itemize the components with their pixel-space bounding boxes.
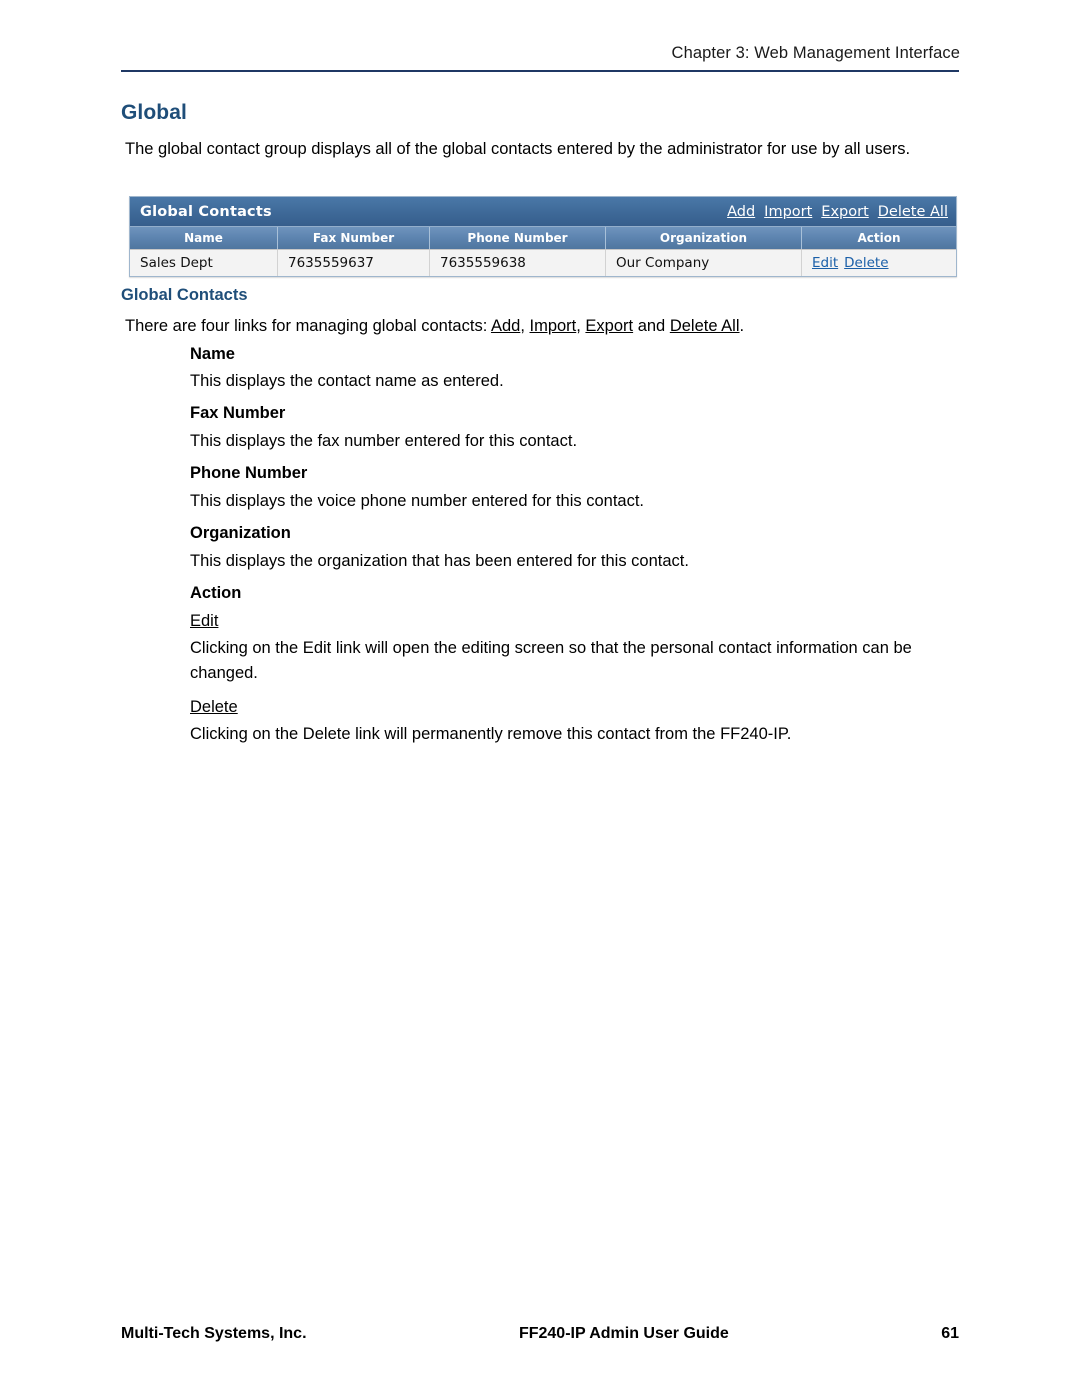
screenshot-toolbar: Add Import Export Delete All (727, 204, 948, 220)
paragraph-name-desc: This displays the contact name as entere… (190, 372, 504, 390)
footer-page-number: 61 (941, 1325, 959, 1342)
table-header-row: Name Fax Number Phone Number Organizatio… (130, 226, 956, 249)
page-footer: Multi-Tech Systems, Inc. FF240-IP Admin … (121, 1325, 959, 1343)
footer-guide-title: FF240-IP Admin User Guide (518, 1325, 729, 1342)
cell-phone-number: 7635559638 (430, 250, 606, 276)
page-title: Global (121, 101, 187, 124)
export-link[interactable]: Export (821, 204, 868, 220)
four-links-paragraph: There are four links for managing global… (125, 314, 965, 339)
global-contacts-screenshot: Global Contacts Add Import Export Delete… (129, 196, 957, 277)
intro-paragraph: The global contact group displays all of… (125, 140, 911, 158)
screenshot-title-bar: Global Contacts Add Import Export Delete… (130, 197, 956, 226)
delete-all-link[interactable]: Delete All (878, 204, 948, 220)
cell-action: Edit Delete (802, 250, 956, 276)
column-header-organization: Organization (606, 227, 802, 249)
delete-link[interactable]: Delete (844, 255, 888, 271)
table-row: Sales Dept 7635559637 7635559638 Our Com… (130, 249, 956, 276)
paragraph-edit-desc: Clicking on the Edit link will open the … (190, 639, 912, 682)
column-header-phone-number: Phone Number (430, 227, 606, 249)
sep-3: and (633, 317, 670, 335)
edit-link[interactable]: Edit (812, 255, 838, 271)
inline-import-link: Import (529, 317, 577, 335)
add-link[interactable]: Add (727, 204, 755, 220)
inline-export-link: Export (585, 317, 634, 335)
sep-4: . (739, 317, 745, 335)
cell-organization: Our Company (606, 250, 802, 276)
paragraph-delete-desc: Clicking on the Delete link will permane… (190, 725, 792, 743)
document-page: Chapter 3: Web Management Interface Glob… (0, 0, 1080, 1397)
label-edit: Edit (190, 612, 219, 630)
heading-fax-number: Fax Number (190, 404, 286, 422)
cell-fax-number: 7635559637 (278, 250, 430, 276)
heading-organization: Organization (190, 524, 291, 542)
header-divider (121, 70, 959, 72)
paragraph-fax-desc: This displays the fax number entered for… (190, 432, 578, 450)
footer-company: Multi-Tech Systems, Inc. (121, 1325, 307, 1342)
paragraph-phone-desc: This displays the voice phone number ent… (190, 492, 644, 510)
screenshot-title: Global Contacts (140, 203, 272, 220)
import-link[interactable]: Import (764, 204, 812, 220)
heading-name: Name (190, 345, 235, 363)
cell-name: Sales Dept (130, 250, 278, 276)
heading-action: Action (190, 584, 242, 602)
heading-phone-number: Phone Number (190, 464, 308, 482)
paragraph-org-desc: This displays the organization that has … (190, 552, 689, 570)
column-header-action: Action (857, 231, 901, 245)
inline-add-link: Add (490, 317, 521, 335)
four-links-prefix: There are four links for managing global… (125, 317, 491, 335)
section-heading-global-contacts: Global Contacts (121, 286, 248, 304)
inline-delete-all-link: Delete All (669, 317, 740, 335)
column-header-name: Name (130, 227, 278, 249)
running-header: Chapter 3: Web Management Interface (671, 44, 960, 62)
column-header-fax-number: Fax Number (278, 227, 430, 249)
label-delete: Delete (190, 698, 238, 716)
